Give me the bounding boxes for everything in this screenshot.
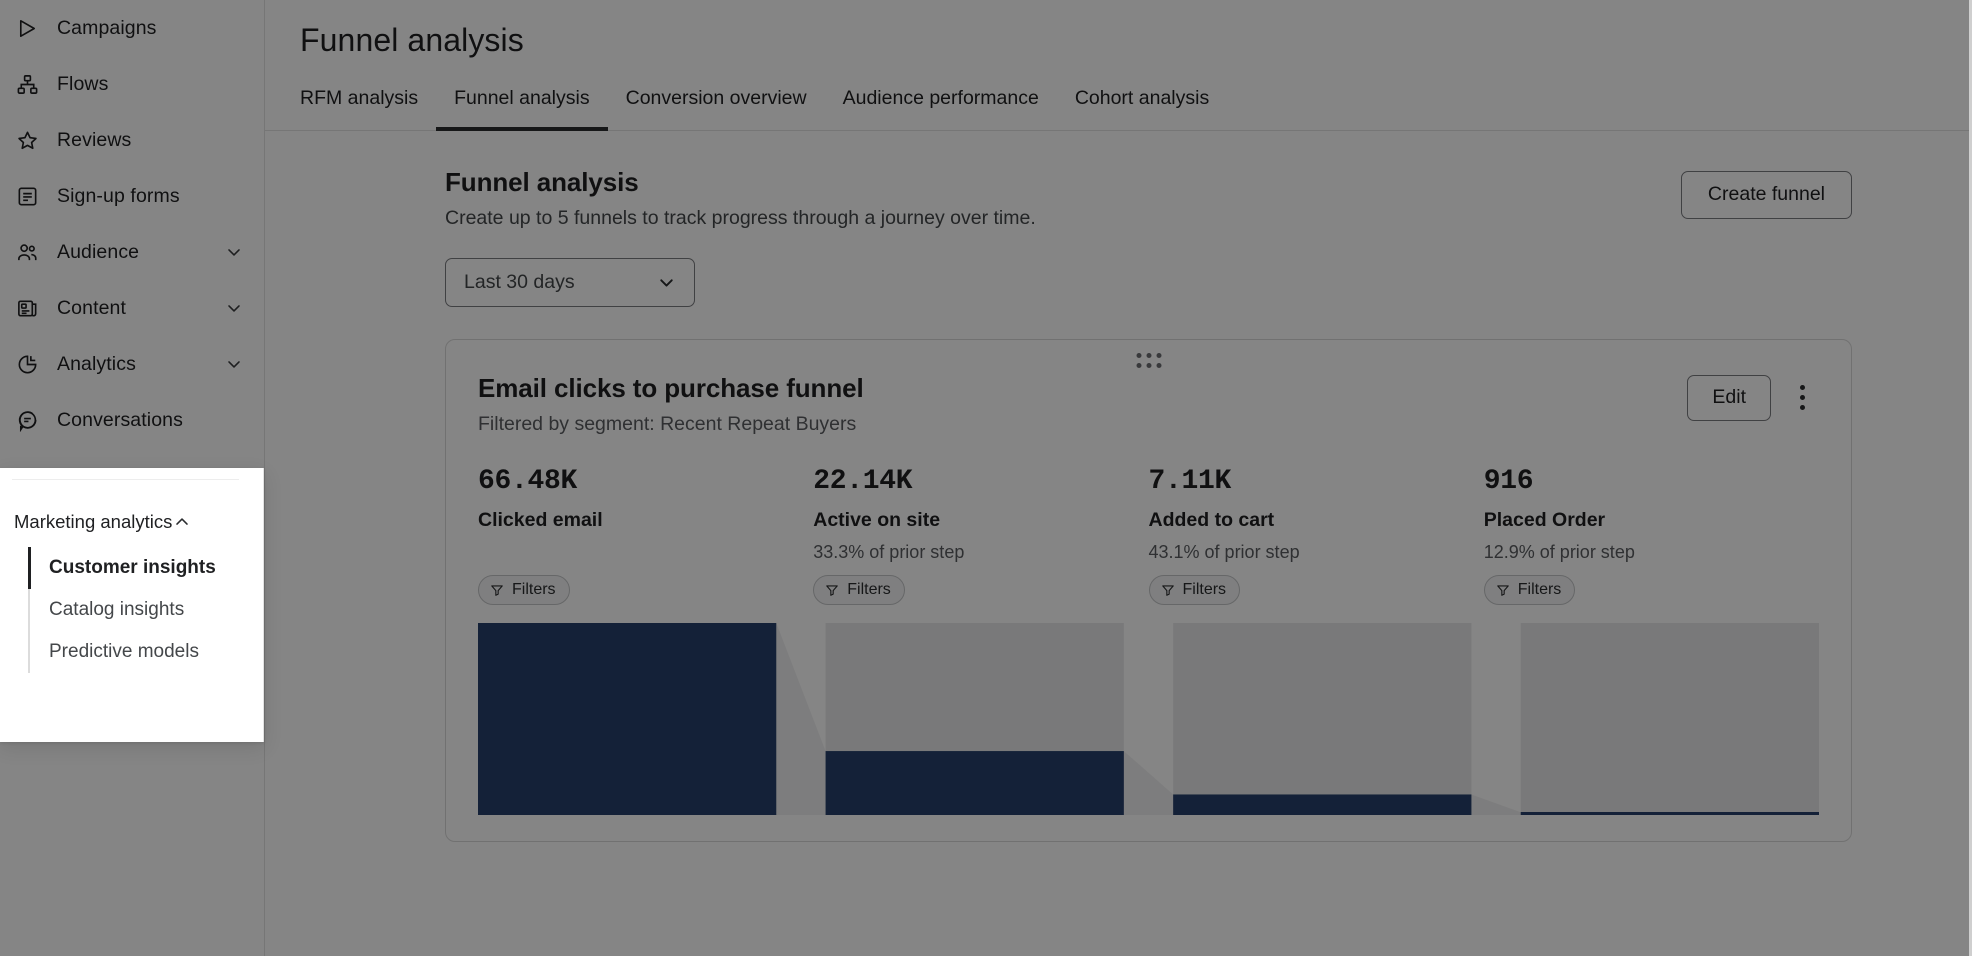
submenu-item-catalog-insights[interactable]: Catalog insights [30,589,263,631]
submenu-header[interactable]: Marketing analytics [14,511,243,533]
submenu-divider [12,479,239,480]
submenu-item-predictive-models[interactable]: Predictive models [30,631,263,673]
submenu-item-customer-insights[interactable]: Customer insights [30,547,263,589]
submenu-header-label: Marketing analytics [14,511,172,533]
modal-scrim-overlay[interactable] [0,0,1972,956]
marketing-analytics-submenu: Marketing analytics Customer insights Ca… [0,468,264,742]
chevron-up-icon [172,512,192,532]
submenu-list: Customer insights Catalog insights Predi… [28,547,263,673]
